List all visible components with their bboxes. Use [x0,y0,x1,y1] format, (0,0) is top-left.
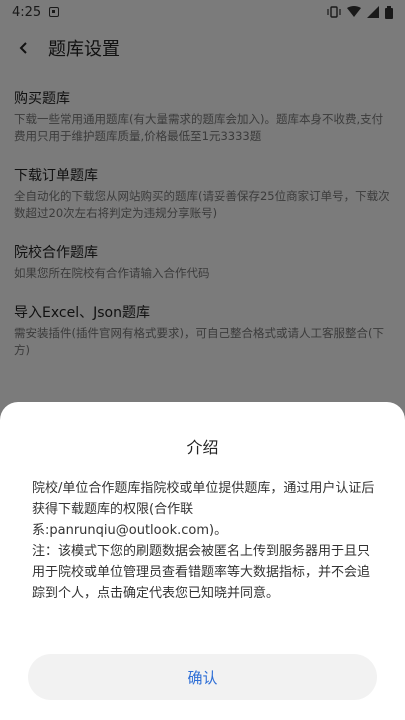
dialog-body: 院校/单位合作题库指院校或单位提供题库，通过用户认证后获得下载题库的权限(合作联… [32,478,375,604]
dialog-paragraph: 院校/单位合作题库指院校或单位提供题库，通过用户认证后获得下载题库的权限(合作联… [32,481,375,538]
dialog-title: 介绍 [186,438,219,457]
confirm-button[interactable]: 确认 [28,654,377,700]
dialog-paragraph: 注：该模式下您的刷题数据会被匿名上传到服务器用于且只用于院校或单位管理员查看错题… [32,544,371,601]
intro-bottom-sheet: 介绍 院校/单位合作题库指院校或单位提供题库，通过用户认证后获得下载题库的权限(… [0,402,405,720]
app-screen: 4:25 题库设置 [0,0,405,720]
